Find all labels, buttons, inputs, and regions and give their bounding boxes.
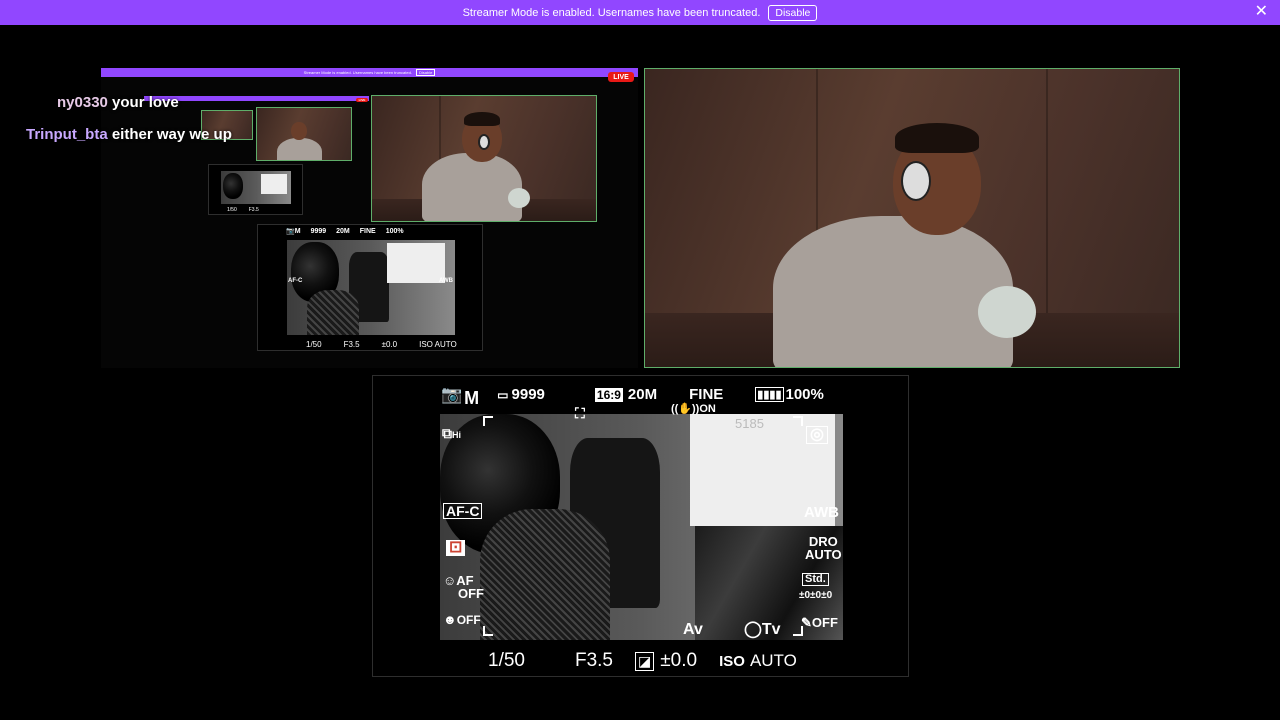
shooting-mode: M — [464, 388, 480, 408]
nested-camera-icon: 📷M — [286, 228, 301, 235]
nested-battery-percent: 100% — [385, 227, 404, 235]
nested-battery-shots: 9999 — [310, 227, 327, 235]
image-size: 20M — [627, 386, 658, 403]
chat-username[interactable]: ny0330 — [57, 94, 108, 111]
camera-icon: 📷 — [441, 384, 463, 404]
nested2-aperture: F3.5 — [248, 207, 259, 213]
nested-awb: AWB — [439, 278, 453, 284]
nested-webcam — [371, 95, 597, 222]
nested-quality: FINE — [359, 227, 376, 235]
aspect-ratio: 16:9 — [594, 387, 623, 402]
nested-shutter: 1/50 — [306, 340, 322, 349]
chat-message: Trinput_bta either way we up — [26, 126, 232, 143]
face-af-setting: ☺AF OFF — [443, 573, 484, 601]
picture-effect-setting: ✎OFF — [801, 615, 838, 630]
chat-text: your love — [112, 94, 179, 111]
nested-level2-viewfinder: 1/50 F3.5 — [208, 164, 303, 215]
creative-style-values: ±0±0±0 — [799, 590, 833, 601]
creative-style: Std. — [802, 573, 829, 586]
exposure-compensation: ±0.0 — [660, 650, 698, 671]
headphones-icon — [901, 161, 931, 201]
camera-viewfinder: 📷 M ▭ 9999 16:9 20M FINE ▮▮▮▮ 100% 5185 … — [372, 375, 909, 677]
iso-value: AUTO — [749, 651, 797, 670]
battery-icon: ▮▮▮▮ — [755, 387, 784, 402]
microphone-icon — [978, 286, 1036, 338]
exposure-bar: 1/50 F3.5 ◪ ±0.0 ISO AUTO — [488, 650, 797, 672]
nested-level2-live-badge: LIVE — [356, 98, 368, 102]
white-balance: AWB — [804, 504, 839, 521]
nested-aperture: F3.5 — [343, 340, 360, 349]
image-quality: FINE — [689, 386, 724, 403]
remaining-shots: 9999 — [511, 386, 545, 403]
shutter-priority-indicator: ◯Tv — [744, 621, 781, 638]
streamer-mode-banner: Streamer Mode is enabled. Usernames have… — [0, 0, 1280, 25]
exposure-comp-icon: ◪ — [635, 651, 655, 671]
smile-shutter-setting: ☻OFF — [443, 612, 481, 627]
live-view: 5185 — [440, 414, 843, 640]
iso-label: ISO — [719, 652, 745, 670]
chat-text: either way we up — [111, 126, 232, 143]
battery-percent: 100% — [785, 386, 824, 403]
nested-disable-button: Disable — [415, 69, 436, 76]
nested2-shutter: 1/50 — [227, 207, 237, 213]
nested-megapixels: 20M — [336, 227, 350, 235]
chat-username[interactable]: Trinput_bta — [26, 126, 108, 143]
nested-level2-webcam — [256, 107, 352, 161]
nested-iso: ISO AUTO — [419, 340, 457, 349]
nested-banner-message: Streamer Mode is enabled. Usernames have… — [303, 70, 412, 75]
drive-mode-icon: ⧉Hi — [442, 425, 461, 441]
aperture-value: F3.5 — [574, 650, 614, 671]
steadyshot-icon: ((✋))ON — [671, 403, 716, 415]
disable-streamer-mode-button[interactable]: Disable — [768, 4, 818, 21]
nested-streamer-banner: Streamer Mode is enabled. Usernames have… — [101, 68, 638, 77]
nested-exposure: ±0.0 — [381, 340, 398, 349]
focus-mode: AF-C — [443, 503, 483, 519]
aperture-priority-indicator: Av — [683, 621, 703, 638]
focus-area-icon: ⊡ — [446, 540, 466, 556]
metering-icon: ◎ — [806, 426, 828, 444]
live-badge: LIVE — [608, 72, 634, 82]
banner-message: Streamer Mode is enabled. Usernames have… — [462, 6, 761, 19]
face-priority-icon: ⛶ — [575, 405, 585, 421]
close-icon[interactable]: ✕ — [1255, 4, 1268, 20]
nested-viewfinder: 📷M 9999 20M FINE 100% AF-C AWB 1/50 F3.5… — [257, 224, 483, 351]
dro-setting: DRO AUTO — [805, 534, 842, 562]
chat-message: ny0330 your love — [57, 94, 179, 111]
nested-af-mode: AF-C — [288, 278, 303, 284]
shutter-speed: 1/50 — [488, 650, 525, 671]
main-webcam — [644, 68, 1180, 368]
battery-shots-icon: ▭ — [497, 387, 509, 402]
nested-stream-capture: Streamer Mode is enabled. Usernames have… — [101, 68, 638, 368]
